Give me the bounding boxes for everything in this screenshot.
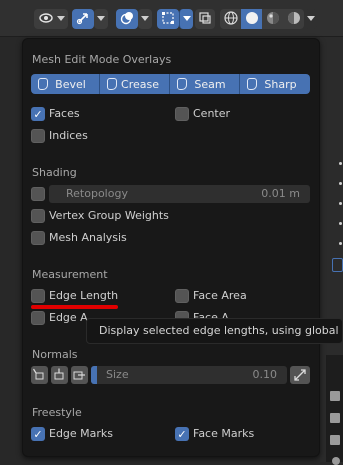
wireframe-sphere-icon bbox=[223, 10, 238, 28]
face-marks-checkbox[interactable]: ✓ bbox=[175, 427, 189, 441]
dot-icon bbox=[339, 202, 342, 205]
sharp-toggle[interactable]: Sharp bbox=[240, 74, 310, 94]
panel-icon bbox=[330, 435, 340, 445]
split-normal-icon bbox=[53, 368, 66, 384]
face-area-label: Face Area bbox=[193, 289, 247, 302]
solid-sphere-icon bbox=[245, 11, 259, 28]
viewport-header bbox=[0, 0, 343, 37]
edge-length-tooltip: Display selected edge lengths, using glo… bbox=[86, 318, 343, 344]
size-label: Size bbox=[106, 368, 129, 381]
face-area-checkbox[interactable] bbox=[175, 289, 189, 303]
sharp-label: Sharp bbox=[264, 77, 297, 91]
section-title-normals: Normals bbox=[32, 348, 78, 361]
gizmo-menu-button[interactable] bbox=[94, 9, 108, 29]
indices-checkbox[interactable] bbox=[31, 129, 45, 143]
panel-icon bbox=[330, 413, 340, 423]
bevel-label: Bevel bbox=[55, 77, 86, 91]
rendered-sphere-icon bbox=[287, 11, 301, 28]
size-slider-fill bbox=[91, 366, 97, 384]
section-title-mesh-edit-overlays: Mesh Edit Mode Overlays bbox=[32, 53, 172, 66]
chevron-down-icon bbox=[97, 16, 105, 21]
normals-constant-screen-size-button[interactable] bbox=[290, 366, 310, 384]
seam-icon bbox=[177, 78, 187, 90]
chevron-down-icon bbox=[57, 16, 65, 21]
face-normals-button[interactable] bbox=[71, 366, 88, 384]
chevron-down-icon bbox=[141, 16, 149, 21]
section-title-freestyle: Freestyle bbox=[32, 406, 82, 419]
xray-icon bbox=[198, 11, 212, 28]
chevron-down-icon bbox=[183, 16, 191, 21]
sharp-icon bbox=[247, 78, 257, 90]
panel-icon bbox=[332, 457, 340, 465]
normals-size-field[interactable]: Size 0.10 bbox=[91, 366, 287, 384]
chevron-down-icon bbox=[307, 16, 315, 21]
center-checkbox[interactable] bbox=[175, 107, 189, 121]
indices-label: Indices bbox=[49, 129, 88, 142]
bevel-toggle[interactable]: Bevel bbox=[31, 74, 100, 94]
retopology-label: Retopology bbox=[66, 187, 128, 200]
vertex-group-weights-checkbox[interactable] bbox=[31, 209, 45, 223]
dot-icon bbox=[339, 242, 342, 245]
mesh-analysis-label: Mesh Analysis bbox=[49, 231, 127, 244]
edge-angle-checkbox[interactable] bbox=[31, 311, 45, 325]
checkmark-icon: ✓ bbox=[177, 427, 187, 441]
rendered-shading-button[interactable] bbox=[283, 9, 304, 29]
highlight-underline bbox=[31, 305, 118, 309]
mesh-edit-overlays-button[interactable] bbox=[157, 9, 179, 29]
seam-label: Seam bbox=[194, 77, 226, 91]
side-panel bbox=[326, 355, 343, 462]
edge-length-checkbox[interactable] bbox=[31, 289, 45, 303]
face-normal-icon bbox=[73, 368, 86, 384]
mesh-analysis-checkbox[interactable] bbox=[31, 231, 45, 245]
shading-menu-button[interactable] bbox=[305, 9, 317, 29]
material-sphere-icon bbox=[266, 11, 280, 28]
gizmo-icon bbox=[76, 11, 90, 28]
edge-marks-checkbox[interactable]: ✓ bbox=[31, 427, 45, 441]
material-shading-button[interactable] bbox=[262, 9, 283, 29]
crease-label: Crease bbox=[121, 77, 159, 91]
retopology-checkbox[interactable] bbox=[31, 187, 45, 201]
mesh-edit-overlays-popover bbox=[22, 38, 320, 457]
solid-shading-button[interactable] bbox=[241, 9, 262, 29]
dot-icon bbox=[339, 162, 342, 165]
dot-icon bbox=[339, 222, 342, 225]
panel-icon bbox=[330, 391, 340, 401]
checkmark-icon: ✓ bbox=[33, 427, 43, 441]
xray-toggle-button[interactable] bbox=[195, 9, 215, 29]
viewport-right-edge bbox=[320, 37, 343, 465]
vertex-normals-button[interactable] bbox=[31, 366, 48, 384]
vertex-normal-icon bbox=[32, 368, 46, 384]
edge-length-label: Edge Length bbox=[49, 289, 119, 302]
gizmo-toggle-button[interactable] bbox=[72, 9, 94, 29]
edge-marks-label: Edge Marks bbox=[49, 427, 114, 440]
crease-icon bbox=[107, 78, 117, 90]
faces-checkbox[interactable]: ✓ bbox=[31, 107, 45, 121]
size-value: 0.10 bbox=[252, 368, 278, 381]
faces-label: Faces bbox=[49, 107, 80, 120]
selected-item-marker bbox=[332, 258, 343, 272]
section-title-shading: Shading bbox=[32, 166, 77, 179]
section-title-measurement: Measurement bbox=[32, 268, 108, 281]
bevel-icon bbox=[38, 78, 48, 90]
mesh-select-icon bbox=[161, 11, 175, 28]
eye-icon bbox=[39, 12, 53, 27]
checkmark-icon: ✓ bbox=[33, 107, 43, 121]
crease-toggle[interactable]: Crease bbox=[100, 74, 170, 94]
vertex-group-weights-label: Vertex Group Weights bbox=[49, 209, 169, 222]
retopology-offset-field[interactable]: Retopology 0.01 m bbox=[49, 185, 310, 203]
split-normals-button[interactable] bbox=[51, 366, 68, 384]
edge-angle-label: Edge A bbox=[49, 311, 88, 324]
overlays-menu-button[interactable] bbox=[138, 9, 152, 29]
visibility-selectability-button[interactable] bbox=[34, 9, 68, 29]
wireframe-shading-button[interactable] bbox=[220, 9, 241, 29]
center-label: Center bbox=[193, 107, 231, 120]
retopology-value: 0.01 m bbox=[261, 187, 300, 200]
resize-arrows-icon bbox=[293, 368, 307, 385]
seam-toggle[interactable]: Seam bbox=[170, 74, 240, 94]
overlays-toggle-button[interactable] bbox=[116, 9, 138, 29]
dot-icon bbox=[339, 182, 342, 185]
mesh-edit-overlays-menu-button[interactable] bbox=[179, 9, 193, 29]
overlays-icon bbox=[120, 11, 134, 28]
face-marks-label: Face Marks bbox=[193, 427, 255, 440]
